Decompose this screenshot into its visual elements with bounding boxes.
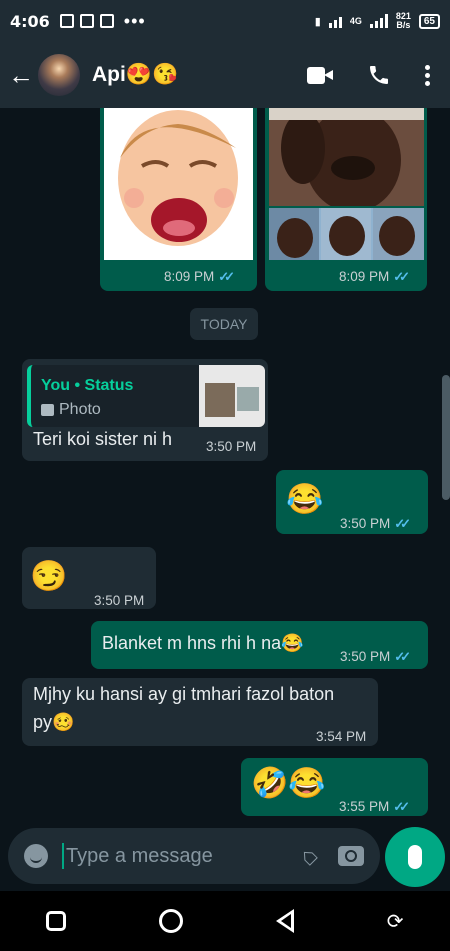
photo-icon — [41, 404, 54, 416]
image-message[interactable]: 8:09 PM ✓✓ — [100, 108, 257, 291]
outgoing-message[interactable]: Blanket m hns rhi h na😂 3:50 PM ✓✓ — [91, 621, 428, 669]
message-time: 3:50 PM — [340, 516, 391, 531]
net-speed: 821 B/s — [396, 12, 411, 30]
gallery-icon — [79, 14, 94, 28]
incoming-message[interactable]: Mjhy ku hansi ay gi tmhari fazol baton p… — [22, 678, 378, 746]
scrollbar[interactable] — [442, 375, 450, 500]
status-time: 4:06 — [10, 11, 50, 31]
message-text-line1: Mjhy ku hansi ay gi tmhari fazol baton — [33, 684, 335, 704]
more-options-icon[interactable] — [425, 64, 430, 86]
message-meta: 3:50 PM ✓✓ — [340, 645, 411, 669]
text-caret — [62, 843, 64, 869]
message-text-line2: py🥴 — [33, 712, 75, 732]
header-actions — [307, 63, 430, 87]
message-time: 3:54 PM — [316, 729, 367, 744]
message-composer: Type a message ⌂ — [8, 828, 380, 884]
message-meta: 8:09 PM ✓✓ — [339, 265, 410, 289]
phone-icon[interactable] — [367, 63, 391, 87]
back-icon[interactable] — [275, 909, 294, 933]
message-time: 3:50 PM — [340, 649, 391, 664]
chat-area[interactable]: 8:09 PM ✓✓ 8:09 PM ✓✓ TODAY You • Status… — [0, 108, 450, 823]
sad-boy-collage-image[interactable] — [269, 208, 424, 260]
contact-name[interactable]: Api😍😘 — [92, 63, 178, 87]
more-notifications-icon: ••• — [123, 10, 146, 31]
clipboard-icon — [99, 14, 114, 28]
video-call-icon[interactable] — [307, 66, 333, 84]
message-meta: 3:55 PM ✓✓ — [339, 795, 410, 819]
date-separator: TODAY — [190, 308, 258, 340]
system-nav-bar: ⟳ — [0, 891, 450, 951]
emoji-icon[interactable] — [24, 844, 48, 868]
system-status: ▮ 4G 821 B/s 65 — [315, 12, 440, 30]
message-input-placeholder: Type a message — [66, 844, 213, 867]
vibrate-icon: ▮ — [314, 15, 321, 28]
mic-icon — [408, 845, 422, 869]
message-meta: 3:50 PM ✓✓ — [340, 512, 411, 536]
chat-header: ← Api😍😘 — [0, 42, 450, 108]
notification-icons: ••• — [59, 10, 146, 32]
wifi-signal-icon — [328, 14, 342, 28]
message-time: 3:50 PM — [206, 439, 257, 454]
double-tick-icon: ✓✓ — [393, 269, 410, 284]
quote-type: Photo — [59, 401, 101, 418]
battery-icon: 65 — [418, 13, 440, 29]
double-tick-icon: ✓✓ — [393, 799, 410, 814]
home-icon[interactable] — [159, 909, 184, 933]
recents-icon[interactable] — [46, 911, 67, 931]
attach-icon[interactable]: ⌂ — [293, 840, 324, 871]
status-bar: 4:06 ••• ▮ 4G 821 B/s 65 — [0, 0, 450, 42]
quoted-status[interactable]: You • Status Photo — [27, 365, 265, 427]
message-time: 3:50 PM — [94, 593, 145, 608]
message-input[interactable]: Type a message — [62, 843, 262, 869]
incoming-message[interactable]: 😏 3:50 PM — [22, 547, 156, 609]
double-tick-icon: ✓✓ — [394, 516, 411, 531]
crying-baby-image[interactable] — [104, 108, 253, 260]
quote-author: You • Status — [41, 377, 134, 394]
avatar[interactable] — [38, 54, 80, 96]
message-text: Teri koi sister ni h — [33, 429, 173, 449]
back-arrow-icon[interactable]: ← — [8, 60, 34, 91]
double-tick-icon: ✓✓ — [218, 269, 235, 284]
double-tick-icon: ✓✓ — [394, 649, 411, 664]
message-emoji: 😂 — [286, 483, 324, 516]
message-time: 8:09 PM — [339, 269, 390, 284]
net-speed-unit: B/s — [396, 20, 411, 30]
image-message[interactable]: 8:09 PM ✓✓ — [265, 108, 427, 291]
message-time: 8:09 PM — [164, 269, 215, 284]
message-text: Blanket m hns rhi h na😂 — [102, 633, 304, 653]
status-thumbnail — [199, 365, 265, 427]
quote-photo-row: Photo — [41, 401, 101, 419]
message-emoji: 😏 — [30, 560, 68, 593]
outgoing-message[interactable]: 😂 3:50 PM ✓✓ — [276, 470, 428, 534]
message-time: 3:55 PM — [339, 799, 390, 814]
outgoing-message[interactable]: 🤣😂 3:55 PM ✓✓ — [241, 758, 428, 816]
mic-button[interactable] — [385, 827, 445, 887]
notification-icon — [59, 14, 74, 28]
message-emoji: 🤣😂 — [251, 767, 326, 800]
sad-boy-image[interactable] — [269, 108, 424, 206]
message-meta: 8:09 PM ✓✓ — [164, 265, 235, 289]
rotate-icon[interactable]: ⟳ — [387, 909, 404, 934]
camera-icon[interactable] — [338, 846, 364, 866]
cell-signal-icon — [369, 14, 388, 28]
network-type: 4G — [349, 16, 362, 26]
